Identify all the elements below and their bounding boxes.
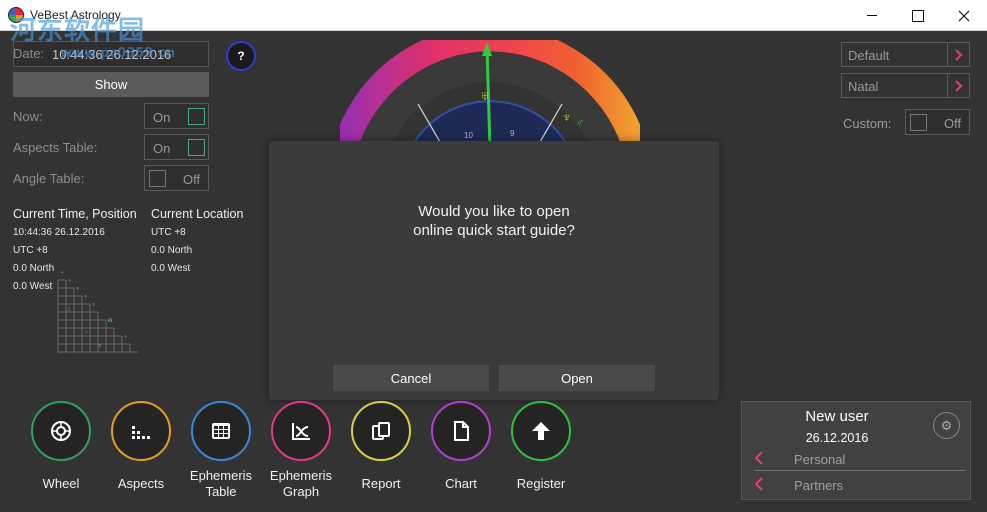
chevron-right-icon[interactable] [947, 74, 969, 97]
aspects-table-toggle[interactable]: On [144, 134, 209, 160]
graph-icon [271, 401, 331, 461]
watermark-logo: 河东软件园 [10, 16, 146, 46]
tool-label: Ephemeris [189, 468, 253, 483]
user-panel: New user 26.12.2016 ⚙ Personal Partners [741, 401, 971, 500]
personal-row[interactable]: Personal [755, 449, 965, 471]
svg-text:9: 9 [510, 129, 515, 138]
user-name: New user [805, 408, 869, 425]
personal-label: Personal [794, 452, 846, 467]
date-label: Date: [13, 46, 45, 61]
tool-label: Chart [445, 476, 477, 491]
svg-text:♅: ♅ [480, 88, 490, 103]
current-location-heading: Current Location [151, 207, 244, 221]
show-button[interactable]: Show [13, 72, 209, 97]
svg-text:♇: ♇ [92, 302, 96, 308]
dialog-message: Would you like to open online quick star… [269, 202, 719, 240]
svg-text:△: △ [67, 306, 71, 312]
report-icon [351, 401, 411, 461]
now-toggle[interactable]: On [144, 103, 209, 129]
aspects-table-label: Aspects Table: [13, 140, 98, 155]
aspect-grid-preview: ♃♄♅ ♆♇☊♁ △□☌ [57, 270, 138, 353]
time-line: 0.0 North [13, 263, 55, 274]
preset-select-value: Default [848, 48, 890, 63]
svg-text:♃: ♃ [60, 270, 64, 276]
custom-label: Custom: [843, 116, 892, 131]
current-time-heading: Current Time, Position [13, 207, 137, 221]
toggle-knob [188, 108, 205, 125]
toggle-state: On [153, 141, 171, 156]
custom-toggle[interactable]: Off [905, 109, 970, 135]
chevron-left-icon [755, 451, 763, 465]
upload-arrow-icon [511, 401, 571, 461]
tool-label: Register [516, 476, 566, 491]
tool-label: Table [205, 484, 237, 499]
time-line: UTC +8 [13, 245, 48, 256]
help-button[interactable]: ? [226, 41, 256, 71]
tool-label: Graph [282, 484, 320, 499]
bars-icon [111, 401, 171, 461]
wheel-icon [31, 401, 91, 461]
cancel-button[interactable]: Cancel [333, 365, 489, 391]
time-line: 0.0 West [13, 281, 53, 292]
quick-start-dialog: Would you like to open online quick star… [269, 141, 719, 400]
tool-label: Wheel [42, 476, 80, 491]
gear-icon[interactable]: ⚙ [933, 412, 960, 439]
document-icon [431, 401, 491, 461]
tool-label: Aspects [117, 476, 165, 491]
table-icon [191, 401, 251, 461]
location-line: 0.0 West [151, 263, 191, 274]
svg-text:♆: ♆ [562, 110, 572, 125]
svg-text:☊: ☊ [108, 318, 113, 324]
angle-table-toggle[interactable]: Off [144, 165, 209, 191]
svg-text:□: □ [85, 330, 88, 336]
watermark-url: www.pc0359.cn [60, 46, 176, 61]
preset-select[interactable]: Default [841, 42, 970, 67]
now-label: Now: [13, 109, 43, 124]
dialog-message-line: Would you like to open [418, 203, 570, 220]
toggle-state: Off [183, 172, 201, 187]
chart-type-select[interactable]: Natal [841, 73, 970, 98]
partners-label: Partners [794, 478, 844, 493]
toggle-knob [188, 139, 205, 156]
open-button[interactable]: Open [499, 365, 655, 391]
svg-text:♁: ♁ [124, 334, 128, 340]
title-bar: VeBest Astrology [0, 0, 987, 31]
divider [755, 470, 965, 471]
dialog-message-line: online quick start guide? [413, 222, 575, 239]
chart-type-select-value: Natal [848, 79, 879, 94]
tool-label: Ephemeris [269, 468, 333, 483]
chevron-right-icon[interactable] [947, 43, 969, 66]
toggle-knob [910, 114, 927, 131]
angle-table-label: Angle Table: [13, 171, 85, 186]
toggle-state: Off [944, 116, 962, 131]
maximize-button[interactable] [895, 0, 941, 31]
time-line: 10:44:36 26.12.2016 [13, 227, 105, 238]
svg-text:♂: ♂ [576, 117, 584, 129]
user-date: 26.12.2016 [805, 431, 869, 445]
svg-text:♅: ♅ [76, 286, 80, 292]
tool-label: Report [361, 476, 401, 491]
astrology-wheel: ♅ ♆ ♂ 10 9 [340, 40, 640, 150]
toggle-knob [149, 170, 166, 187]
close-button[interactable] [941, 0, 987, 31]
svg-text:♆: ♆ [84, 294, 88, 300]
svg-text:♄: ♄ [68, 278, 72, 284]
toggle-state: On [153, 110, 171, 125]
close-icon [958, 10, 970, 21]
chevron-left-icon [755, 477, 763, 491]
partners-row[interactable]: Partners [755, 475, 965, 497]
svg-text:10: 10 [464, 131, 473, 140]
minimize-button[interactable] [849, 0, 895, 31]
location-line: 0.0 North [151, 245, 193, 256]
location-line: UTC +8 [151, 227, 186, 238]
